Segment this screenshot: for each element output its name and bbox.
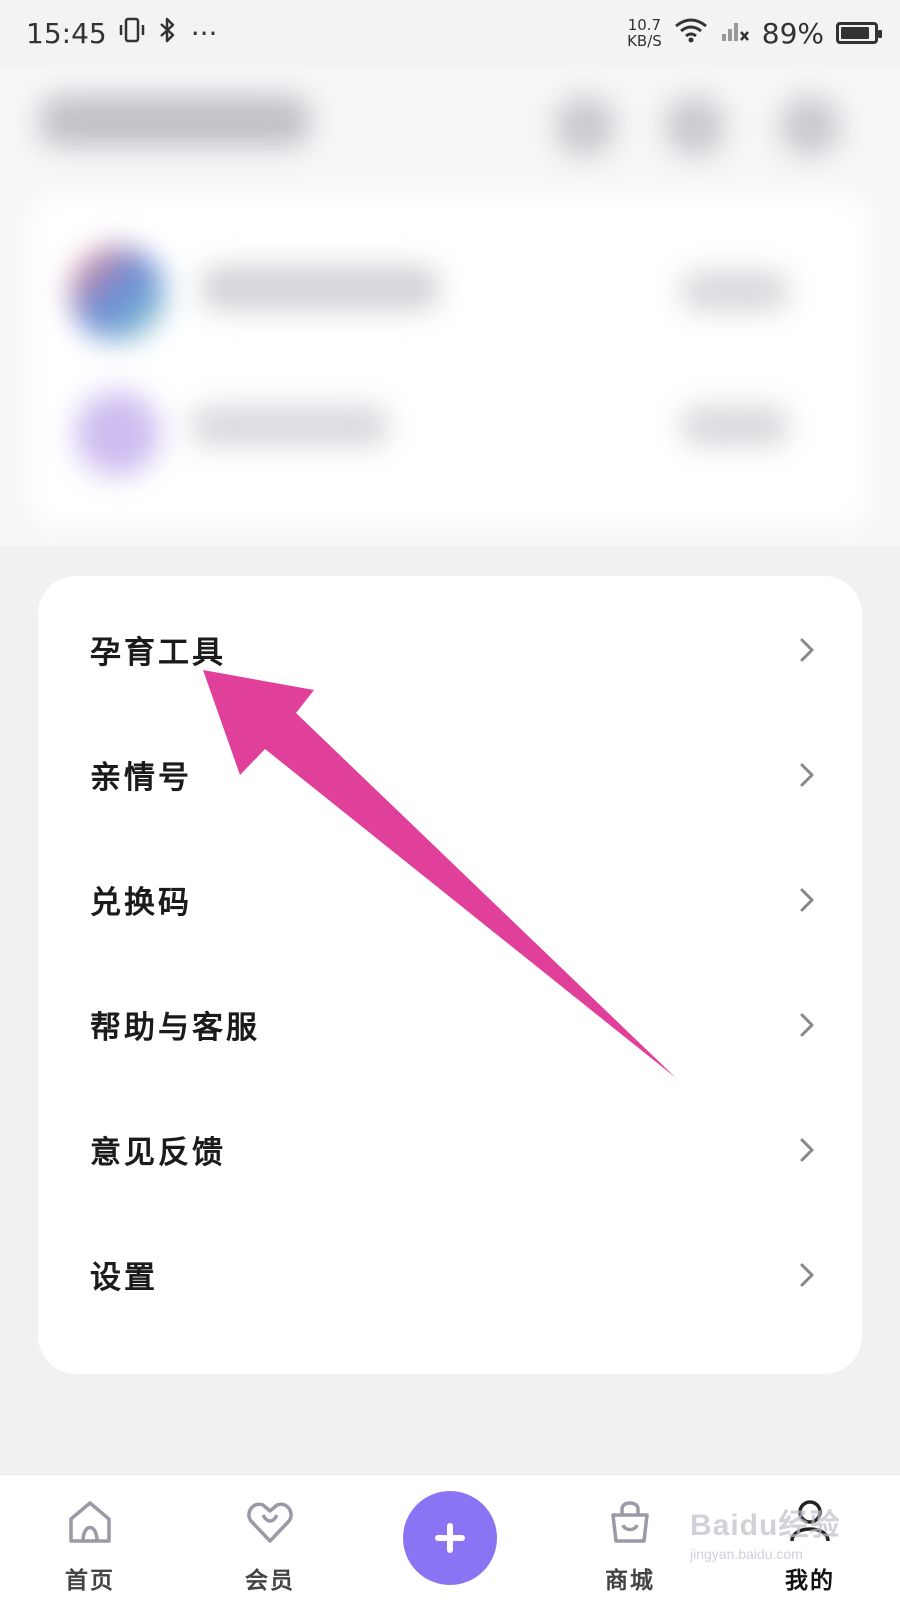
speed-unit: KB/S bbox=[627, 32, 662, 50]
menu-item-family-account[interactable]: 亲情号 bbox=[38, 712, 862, 837]
blurred-text bbox=[190, 406, 390, 446]
chevron-right-icon bbox=[800, 1263, 814, 1286]
nav-label-mine: 我的 bbox=[785, 1567, 835, 1594]
menu-item-label: 帮助与客服 bbox=[90, 1010, 260, 1046]
chevron-right-icon bbox=[800, 888, 814, 911]
watermark-brand: Baidu经验 bbox=[690, 1509, 841, 1542]
add-button[interactable] bbox=[403, 1491, 497, 1585]
menu-item-feedback[interactable]: 意见反馈 bbox=[38, 1087, 862, 1212]
nav-item-home[interactable]: 首页 bbox=[30, 1475, 150, 1601]
menu-item-label: 亲情号 bbox=[90, 760, 192, 796]
menu-item-settings[interactable]: 设置 bbox=[38, 1212, 862, 1337]
blurred-text bbox=[200, 266, 440, 310]
bluetooth-icon bbox=[157, 16, 179, 51]
chevron-right-icon bbox=[800, 638, 814, 661]
watermark-url: jingyan.baidu.com bbox=[690, 1546, 803, 1562]
menu-item-label: 设置 bbox=[90, 1260, 158, 1296]
chevron-right-icon bbox=[800, 763, 814, 786]
plus-icon bbox=[435, 1523, 465, 1553]
nav-label-home: 首页 bbox=[65, 1567, 115, 1594]
blurred-header-icon bbox=[665, 96, 725, 156]
blurred-header-icon bbox=[555, 96, 615, 156]
profile-area-blurred bbox=[0, 66, 900, 546]
menu-card: 孕育工具 亲情号 兑换码 帮助与客服 意见反馈 设置 bbox=[38, 576, 862, 1374]
status-right: 10.7 KB/S 89% bbox=[627, 16, 882, 50]
chevron-right-icon bbox=[800, 1138, 814, 1161]
wifi-icon bbox=[674, 17, 708, 50]
shopping-bag-icon bbox=[611, 1501, 649, 1543]
menu-item-label: 意见反馈 bbox=[90, 1135, 226, 1171]
home-icon bbox=[69, 1501, 111, 1543]
blurred-header-icon bbox=[780, 96, 840, 156]
menu-item-label: 孕育工具 bbox=[90, 635, 226, 671]
status-time: 15:45 bbox=[26, 16, 107, 50]
menu-item-pregnancy-tools[interactable]: 孕育工具 bbox=[38, 587, 862, 712]
heart-icon bbox=[247, 1502, 293, 1543]
status-bar: 15:45 ··· 10.7 KB/S 89% bbox=[0, 0, 900, 66]
menu-item-help-support[interactable]: 帮助与客服 bbox=[38, 962, 862, 1087]
blurred-text bbox=[680, 271, 790, 311]
nav-label-mall: 商城 bbox=[605, 1567, 655, 1594]
blurred-username bbox=[40, 96, 310, 146]
battery-fill bbox=[841, 27, 870, 39]
blurred-card bbox=[30, 196, 870, 526]
more-notifications-icon: ··· bbox=[190, 16, 218, 50]
signal-off-icon bbox=[720, 17, 750, 50]
blurred-avatar bbox=[75, 391, 160, 476]
battery-percent: 89% bbox=[761, 16, 824, 50]
chevron-right-icon bbox=[800, 1013, 814, 1036]
blurred-avatar bbox=[70, 246, 165, 341]
nav-item-member[interactable]: 会员 bbox=[210, 1475, 330, 1601]
menu-item-label: 兑换码 bbox=[90, 885, 192, 921]
menu-item-redeem-code[interactable]: 兑换码 bbox=[38, 837, 862, 962]
blurred-text bbox=[680, 406, 790, 446]
nav-item-mall[interactable]: 商城 bbox=[570, 1475, 690, 1601]
speed-value: 10.7 bbox=[627, 16, 662, 34]
nav-label-member: 会员 bbox=[245, 1567, 295, 1594]
vibrate-icon bbox=[119, 16, 145, 51]
network-speed: 10.7 KB/S bbox=[627, 17, 662, 49]
battery-icon bbox=[836, 22, 882, 44]
status-left: 15:45 ··· bbox=[26, 16, 217, 51]
